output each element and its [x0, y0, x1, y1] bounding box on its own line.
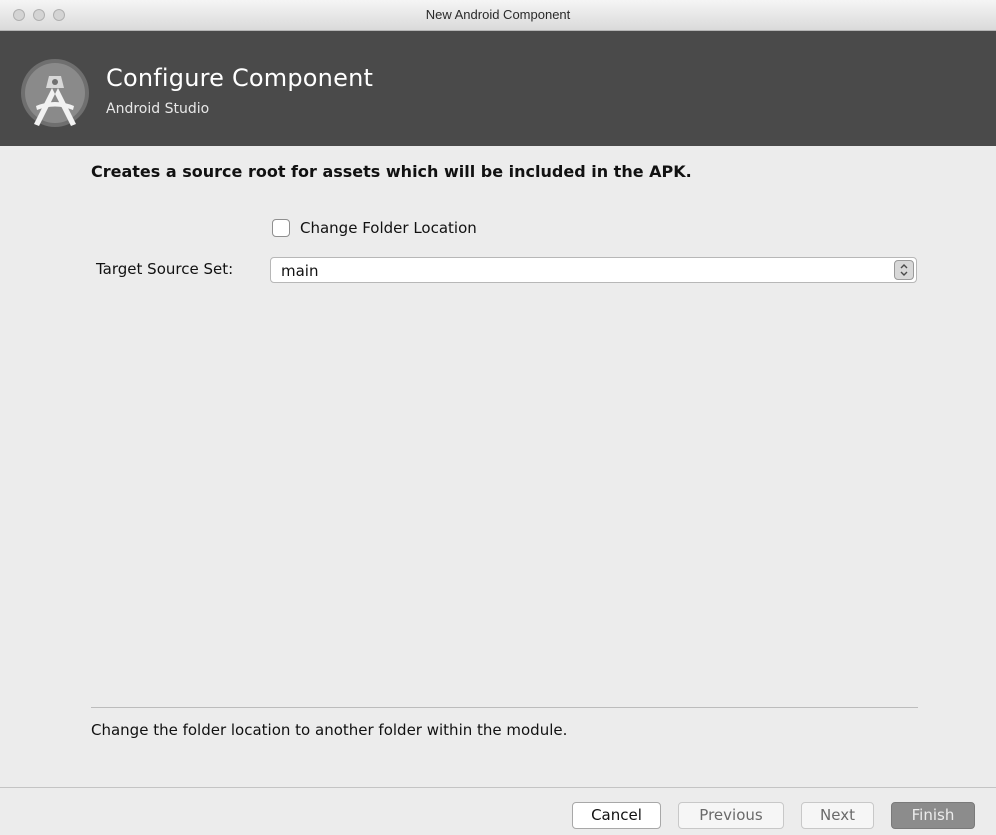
dialog-window: New Android Component Configure Componen…	[0, 0, 996, 835]
content-divider	[91, 707, 918, 708]
previous-button[interactable]: Previous	[678, 802, 784, 829]
target-source-set-label: Target Source Set:	[96, 260, 234, 278]
finish-button[interactable]: Finish	[891, 802, 975, 829]
title-bar[interactable]: New Android Component	[0, 0, 996, 31]
android-studio-logo-icon	[20, 58, 90, 128]
cancel-button[interactable]: Cancel	[572, 802, 661, 829]
target-source-set-select[interactable]: main	[270, 257, 917, 283]
help-text: Change the folder location to another fo…	[91, 721, 568, 739]
up-down-arrows-icon[interactable]	[894, 260, 914, 280]
change-folder-location-option[interactable]: Change Folder Location	[272, 217, 477, 239]
window-title: New Android Component	[425, 7, 571, 22]
component-description: Creates a source root for assets which w…	[91, 162, 692, 181]
change-folder-location-checkbox[interactable]	[272, 219, 290, 237]
footer-divider	[0, 787, 996, 788]
page-title: Configure Component	[106, 64, 374, 92]
next-button[interactable]: Next	[801, 802, 874, 829]
header-banner: Configure Component Android Studio	[0, 31, 996, 146]
page-subtitle: Android Studio	[106, 101, 210, 117]
change-folder-location-label[interactable]: Change Folder Location	[300, 219, 477, 237]
target-source-set-value: main	[281, 262, 319, 280]
